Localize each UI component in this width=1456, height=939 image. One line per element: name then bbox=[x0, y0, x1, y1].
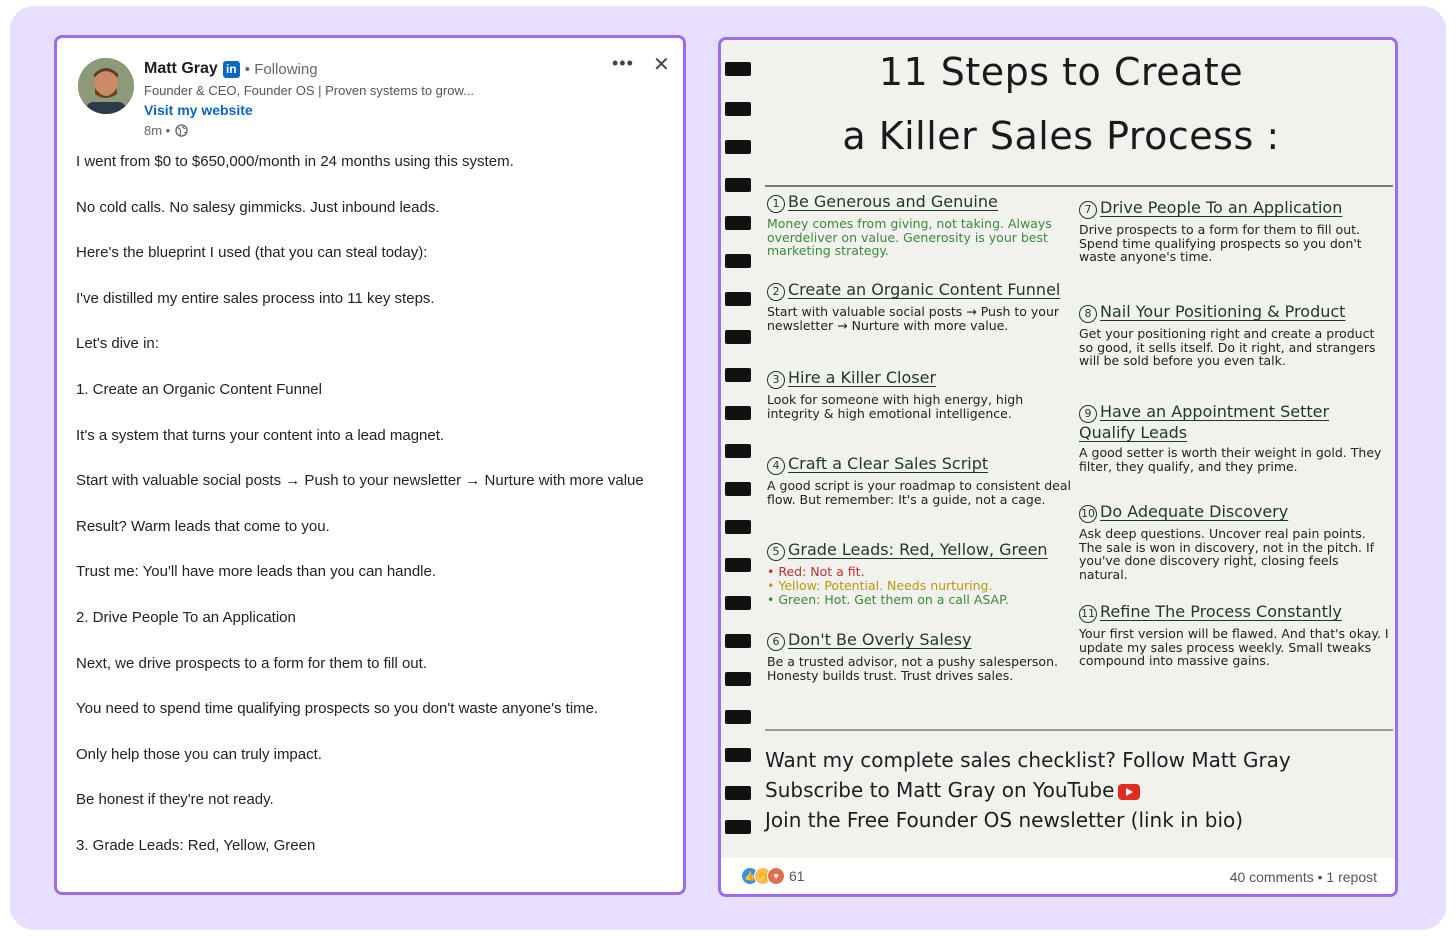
step-number: 10 bbox=[1079, 505, 1097, 523]
step-title: Don't Be Overly Salesy bbox=[788, 630, 972, 649]
more-options-button[interactable]: ••• bbox=[612, 53, 634, 74]
post-paragraph: Trust me: You'll have more leads than yo… bbox=[76, 563, 437, 581]
post-paragraph: 3. Grade Leads: Red, Yellow, Green bbox=[76, 836, 316, 854]
step-3: 3 Hire a Killer Closer Look for someone w… bbox=[767, 368, 1077, 420]
author-row: Matt Gray in • Following bbox=[144, 60, 318, 78]
linkedin-icon: in bbox=[222, 60, 240, 78]
step-11: 11 Refine The Process Constantly Your fir… bbox=[1079, 602, 1389, 668]
step-7: 7 Drive People To an Application Drive pr… bbox=[1079, 198, 1389, 264]
love-icon: ♥ bbox=[767, 867, 785, 885]
author-headline: Founder & CEO, Founder OS | Proven syste… bbox=[144, 83, 474, 98]
step-title: Grade Leads: Red, Yellow, Green bbox=[788, 540, 1048, 559]
visit-website-link[interactable]: Visit my website bbox=[144, 102, 253, 118]
step-number: 9 bbox=[1079, 405, 1097, 423]
post-text-panel: Matt Gray in • Following Founder & CEO, … bbox=[54, 35, 686, 895]
step-description: Your first version will be flawed. And t… bbox=[1079, 626, 1389, 668]
grade-bullets: Red: Not a fit. Yellow: Potential. Needs… bbox=[767, 565, 1077, 607]
avatar[interactable] bbox=[78, 58, 134, 114]
step-title: Refine The Process Constantly bbox=[1100, 602, 1342, 621]
step-title: Drive People To an Application bbox=[1100, 198, 1343, 217]
step-number: 3 bbox=[767, 371, 785, 389]
step-title: Have an Appointment Setter Qualify Leads bbox=[1079, 402, 1330, 442]
post-paragraph: You need to spend time qualifying prospe… bbox=[76, 700, 599, 718]
bullet-green: Green: Hot. Get them on a call ASAP. bbox=[767, 593, 1077, 607]
post-footer: 👍 👏 ♥ 61 40 comments • 1 repost bbox=[721, 858, 1395, 894]
post-meta: 8m • bbox=[144, 123, 188, 138]
author-name[interactable]: Matt Gray bbox=[144, 60, 218, 78]
call-to-action: Want my complete sales checklist? Follow… bbox=[765, 745, 1365, 835]
cta-line: Want my complete sales checklist? Follow… bbox=[765, 748, 1291, 772]
step-description: A good script is your roadmap to consist… bbox=[767, 478, 1071, 507]
step-number: 4 bbox=[767, 457, 785, 475]
spiral-rings bbox=[725, 62, 751, 834]
step-1: 1 Be Generous and Genuine Money comes fro… bbox=[767, 192, 1077, 258]
step-number: 8 bbox=[1079, 305, 1097, 323]
post-paragraph: Be honest if they're not ready. bbox=[76, 791, 274, 809]
step-4: 4 Craft a Clear Sales Script A good scrip… bbox=[767, 454, 1077, 506]
step-8: 8 Nail Your Positioning & Product Get you… bbox=[1079, 302, 1389, 368]
cta-line: Subscribe to Matt Gray on YouTube bbox=[765, 778, 1115, 802]
step-number: 11 bbox=[1079, 605, 1097, 623]
step-5: 5Grade Leads: Red, Yellow, Green Red: No… bbox=[767, 540, 1077, 607]
step-title: Do Adequate Discovery bbox=[1100, 502, 1289, 521]
post-body: I went from $0 to $650,000/month in 24 m… bbox=[76, 151, 671, 881]
post-paragraph: Next, we drive prospects to a form for t… bbox=[76, 654, 427, 672]
step-title: Be Generous and Genuine bbox=[788, 192, 998, 211]
youtube-icon bbox=[1118, 783, 1141, 800]
step-9: 9 Have an Appointment Setter Qualify Lead… bbox=[1079, 402, 1389, 473]
step-description: A good setter is worth their weight in g… bbox=[1079, 445, 1382, 474]
post-paragraph: 1. Create an Organic Content Funnel bbox=[76, 380, 322, 398]
close-button[interactable]: ✕ bbox=[653, 52, 670, 77]
post-paragraph: Here's the blueprint I used (that you ca… bbox=[76, 244, 428, 262]
post-paragraph: 2. Drive People To an Application bbox=[76, 608, 296, 626]
step-10: 10 Do Adequate Discovery Ask deep questio… bbox=[1079, 502, 1389, 581]
post-paragraph: I went from $0 to $650,000/month in 24 m… bbox=[76, 153, 514, 170]
post-paragraph: Only help those you can truly impact. bbox=[76, 745, 322, 763]
post-paragraph: Start with valuable social posts → Push … bbox=[76, 472, 644, 490]
reaction-count[interactable]: 61 bbox=[789, 868, 805, 884]
step-number: 6 bbox=[767, 633, 785, 651]
bullet-red: Red: Not a fit. bbox=[767, 565, 1077, 579]
image-title-line1: 11 Steps to Create bbox=[878, 50, 1244, 94]
step-title: Create an Organic Content Funnel bbox=[788, 280, 1061, 299]
step-description: Start with valuable social posts → Push … bbox=[767, 304, 1060, 333]
step-number: 1 bbox=[767, 195, 785, 213]
step-title: Craft a Clear Sales Script bbox=[788, 454, 989, 473]
step-description: Look for someone with high energy, high … bbox=[767, 392, 1024, 421]
notebook-image[interactable]: 11 Steps to Create a Killer Sales Proces… bbox=[721, 40, 1395, 858]
step-2: 2 Create an Organic Content Funnel Start … bbox=[767, 280, 1077, 332]
post-time: 8m • bbox=[144, 123, 171, 138]
image-title-line2: a Killer Sales Process : bbox=[842, 114, 1280, 158]
step-description: Money comes from giving, not taking. Alw… bbox=[767, 216, 1052, 258]
post-image-panel: 11 Steps to Create a Killer Sales Proces… bbox=[718, 37, 1398, 897]
step-description: Get your positioning right and create a … bbox=[1079, 326, 1376, 368]
post-paragraph: I've distilled my entire sales process i… bbox=[76, 289, 435, 307]
step-number: 7 bbox=[1079, 201, 1097, 219]
globe-icon bbox=[175, 124, 188, 137]
following-status[interactable]: • Following bbox=[245, 61, 318, 78]
step-number: 2 bbox=[767, 283, 785, 301]
reactions[interactable]: 👍 👏 ♥ 61 bbox=[741, 867, 805, 885]
post-paragraph: Result? Warm leads that come to you. bbox=[76, 517, 330, 535]
step-number: 5 bbox=[767, 543, 785, 561]
comments-reposts[interactable]: 40 comments • 1 repost bbox=[1230, 869, 1377, 885]
step-title: Nail Your Positioning & Product bbox=[1100, 302, 1346, 321]
step-title: Hire a Killer Closer bbox=[788, 368, 937, 387]
post-paragraph: Let's dive in: bbox=[76, 335, 159, 353]
post-paragraph: No cold calls. No salesy gimmicks. Just … bbox=[76, 198, 440, 216]
post-paragraph: It's a system that turns your content in… bbox=[76, 426, 445, 444]
cta-line: Join the Free Founder OS newsletter (lin… bbox=[765, 808, 1244, 832]
step-description: Be a trusted advisor, not a pushy salesp… bbox=[767, 654, 1058, 683]
step-description: Ask deep questions. Uncover real pain po… bbox=[1079, 526, 1375, 582]
step-description: Drive prospects to a form for them to fi… bbox=[1079, 222, 1362, 264]
bullet-yellow: Yellow: Potential. Needs nurturing. bbox=[767, 579, 1077, 593]
step-6: 6 Don't Be Overly Salesy Be a trusted adv… bbox=[767, 630, 1077, 682]
